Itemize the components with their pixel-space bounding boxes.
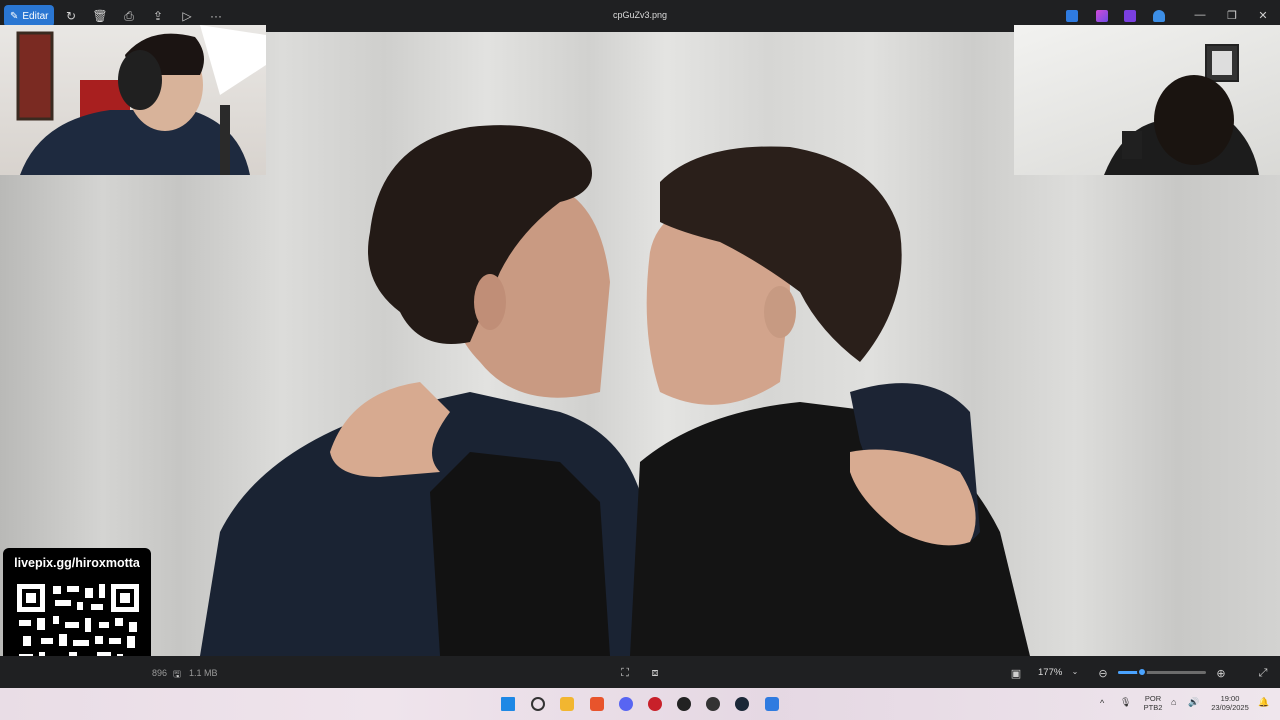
maximize-icon[interactable]: ❐ [1225, 9, 1239, 22]
zoom-out-icon[interactable]: ⊖ [1096, 667, 1110, 680]
status-bar: 896 🖫 1.1 MB ⛶ ⧈ ▣ 177% ⌄ ⊖ ⊕ ⤢ [0, 656, 1280, 688]
recording-app-icon[interactable] [648, 697, 662, 711]
file-size: 1.1 MB [189, 668, 218, 678]
save-icon: 🖫 [173, 669, 181, 679]
obs-icon[interactable] [706, 697, 720, 711]
window-title: cpGuZv3.png [612, 10, 668, 20]
webcam-overlay-streamer [0, 25, 266, 175]
chevron-up-icon[interactable]: ^ [1100, 699, 1104, 708]
crop-icon[interactable]: ⧈ [648, 667, 662, 680]
microphone-icon[interactable]: 🎙 [1120, 698, 1131, 707]
steam-icon[interactable] [735, 697, 749, 711]
volume-icon[interactable]: 🔊 [1188, 698, 1199, 707]
zoom-in-icon[interactable]: ⊕ [1214, 667, 1228, 680]
donation-link: livepix.gg/hiroxmotta [14, 556, 140, 570]
app-icon-dots[interactable] [677, 697, 691, 711]
brave-browser-icon[interactable] [590, 697, 604, 711]
file-explorer-icon[interactable] [560, 697, 574, 711]
actual-size-icon[interactable]: ▣ [1009, 667, 1023, 680]
minimize-icon[interactable]: — [1193, 9, 1207, 21]
search-icon[interactable] [531, 697, 545, 711]
app-icon-clipchamp[interactable] [1124, 10, 1136, 22]
chevron-down-icon[interactable]: ⌄ [1068, 667, 1082, 676]
close-icon[interactable]: ✕ [1256, 9, 1270, 22]
clock[interactable]: 19:00 23/09/2025 [1206, 694, 1254, 712]
fit-screen-icon[interactable]: ⛶ [618, 667, 632, 680]
network-icon[interactable]: ⌂ [1171, 698, 1176, 707]
windows-start-icon[interactable] [501, 697, 515, 711]
notification-icon[interactable]: 🔔 [1258, 698, 1269, 707]
app-icon-photos[interactable] [1066, 10, 1078, 22]
fullscreen-icon[interactable]: ⤢ [1256, 667, 1270, 680]
webcam-overlay-guest [1014, 25, 1280, 175]
zoom-level[interactable]: 177% [1038, 667, 1062, 678]
language-indicator[interactable]: POR PTB2 [1141, 694, 1165, 712]
discord-icon[interactable] [619, 697, 633, 711]
image-dimensions: 896 [152, 668, 168, 678]
photos-app-icon[interactable] [765, 697, 779, 711]
cloud-icon[interactable] [1153, 10, 1165, 22]
taskbar [0, 688, 1280, 720]
zoom-slider-thumb[interactable] [1137, 667, 1147, 677]
app-icon-copilot[interactable] [1096, 10, 1108, 22]
